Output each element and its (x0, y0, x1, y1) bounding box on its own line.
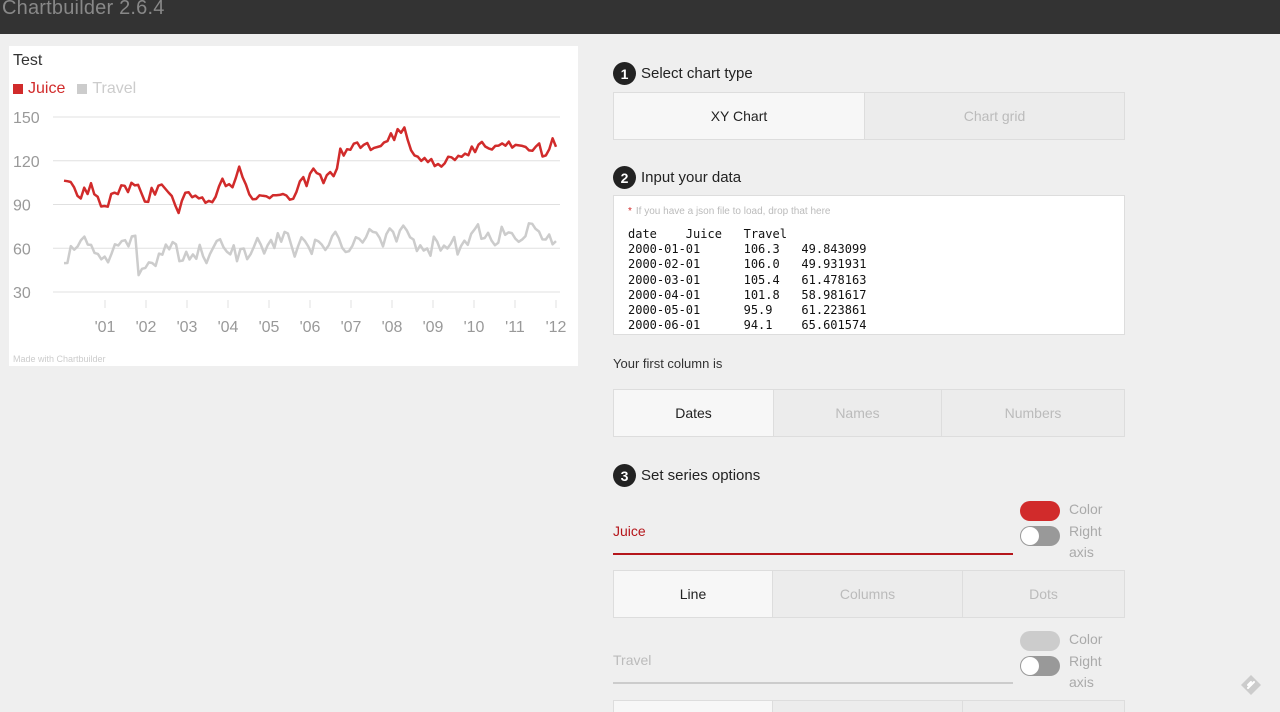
right-axis-switch[interactable] (1020, 526, 1060, 546)
series-toggles-travel: Color Right axis (1020, 631, 1130, 693)
y-tick-label: 90 (13, 198, 31, 215)
step-2-heading: 2 Input your data (613, 166, 741, 189)
legend-swatch-juice (13, 84, 23, 94)
series-type-dots-button[interactable]: Dots (963, 571, 1124, 617)
color-toggle-row: Color (1020, 631, 1130, 651)
x-tick-label: '11 (505, 319, 525, 336)
series-line-juice (63, 126, 558, 215)
chart-title: Test (13, 52, 43, 69)
series-name-input-travel[interactable]: Travel (613, 638, 1013, 684)
step-title: Input your data (641, 169, 742, 186)
series-type-line-button[interactable]: Line (614, 571, 773, 617)
x-tick-label: '10 (464, 319, 485, 336)
x-tick-label: '03 (177, 319, 198, 336)
step-3-heading: 3 Set series options (613, 464, 760, 487)
chart-type-selector: XY Chart Chart grid (613, 92, 1125, 140)
x-tick-label: '02 (136, 319, 157, 336)
x-tick-label: '09 (423, 319, 444, 336)
series-type-selector-juice: Line Columns Dots (613, 570, 1125, 618)
legend-label-juice: Juice (28, 80, 66, 97)
x-tick-label: '01 (95, 319, 116, 336)
data-input-textarea[interactable]: * If you have a json file to load, drop t… (613, 195, 1125, 335)
x-tick-label: '07 (341, 319, 362, 336)
legend-item-travel: Travel (77, 80, 136, 98)
right-axis-row: Right axis (1020, 523, 1130, 563)
step-title: Select chart type (641, 65, 753, 82)
series-type-selector-travel (613, 700, 1125, 712)
chart-type-xy-button[interactable]: XY Chart (614, 93, 865, 139)
chart-credit: Made with Chartbuilder (13, 354, 106, 364)
data-input-hint: * If you have a json file to load, drop t… (628, 206, 830, 217)
chart-type-grid-button[interactable]: Chart grid (865, 93, 1124, 139)
step-1-heading: 1 Select chart type (613, 62, 753, 85)
x-tick-label: '12 (546, 319, 567, 336)
right-axis-label: Right axis (1069, 653, 1102, 690)
step-number: 1 (613, 62, 636, 85)
color-label: Color (1069, 501, 1103, 517)
data-input-hint-text: If you have a json file to load, drop th… (635, 206, 831, 217)
series-name-input-juice[interactable]: Juice (613, 509, 1013, 555)
series-type-columns-button[interactable] (773, 701, 963, 712)
legend-swatch-travel (77, 84, 88, 94)
step-number: 3 (613, 464, 636, 487)
series-type-columns-button[interactable]: Columns (773, 571, 963, 617)
color-swatch-button[interactable] (1020, 501, 1060, 521)
series-toggles-juice: Color Right axis (1020, 501, 1130, 563)
step-number: 2 (613, 166, 636, 189)
chart-preview: 150 120 90 60 30 '01 '02 '03 '04 '05 '06 '07 '08 '09 '… (9, 46, 578, 366)
column-type-dates-button[interactable]: Dates (614, 390, 774, 436)
right-axis-label: Right axis (1069, 523, 1102, 560)
series-line-travel (63, 222, 557, 277)
series-type-line-button[interactable] (614, 701, 773, 712)
x-tick-label: '06 (300, 319, 321, 336)
x-tick-label: '05 (259, 319, 280, 336)
required-star-icon: * (628, 206, 632, 217)
series-type-dots-button[interactable] (963, 701, 1124, 712)
color-swatch-button[interactable] (1020, 631, 1060, 651)
step-title: Set series options (641, 467, 761, 484)
legend-label-travel: Travel (92, 80, 137, 97)
first-column-label: Your first column is (613, 356, 723, 371)
first-column-selector: Dates Names Numbers (613, 389, 1125, 437)
y-tick-label: 60 (13, 241, 31, 258)
color-toggle-row: Color (1020, 501, 1130, 521)
legend-item-juice: Juice (13, 80, 65, 98)
y-tick-label: 150 (13, 110, 40, 127)
color-label: Color (1069, 631, 1103, 647)
app-title: Chartbuilder 2.6.4 (2, 0, 165, 19)
x-tick-label: '08 (382, 319, 403, 336)
data-input-text: date Juice Travel 2000-01-01 106.3 49.84… (628, 227, 867, 333)
x-tick-label: '04 (218, 319, 239, 336)
right-axis-row: Right axis (1020, 653, 1130, 693)
y-tick-label: 120 (13, 154, 40, 171)
right-axis-switch[interactable] (1020, 656, 1060, 676)
feedback-icon[interactable] (1240, 674, 1262, 696)
chart-legend: Juice Travel (13, 80, 136, 98)
top-bar: Chartbuilder 2.6.4 (0, 0, 1280, 34)
column-type-names-button[interactable]: Names (774, 390, 942, 436)
y-tick-label: 30 (13, 285, 31, 302)
column-type-numbers-button[interactable]: Numbers (942, 390, 1124, 436)
